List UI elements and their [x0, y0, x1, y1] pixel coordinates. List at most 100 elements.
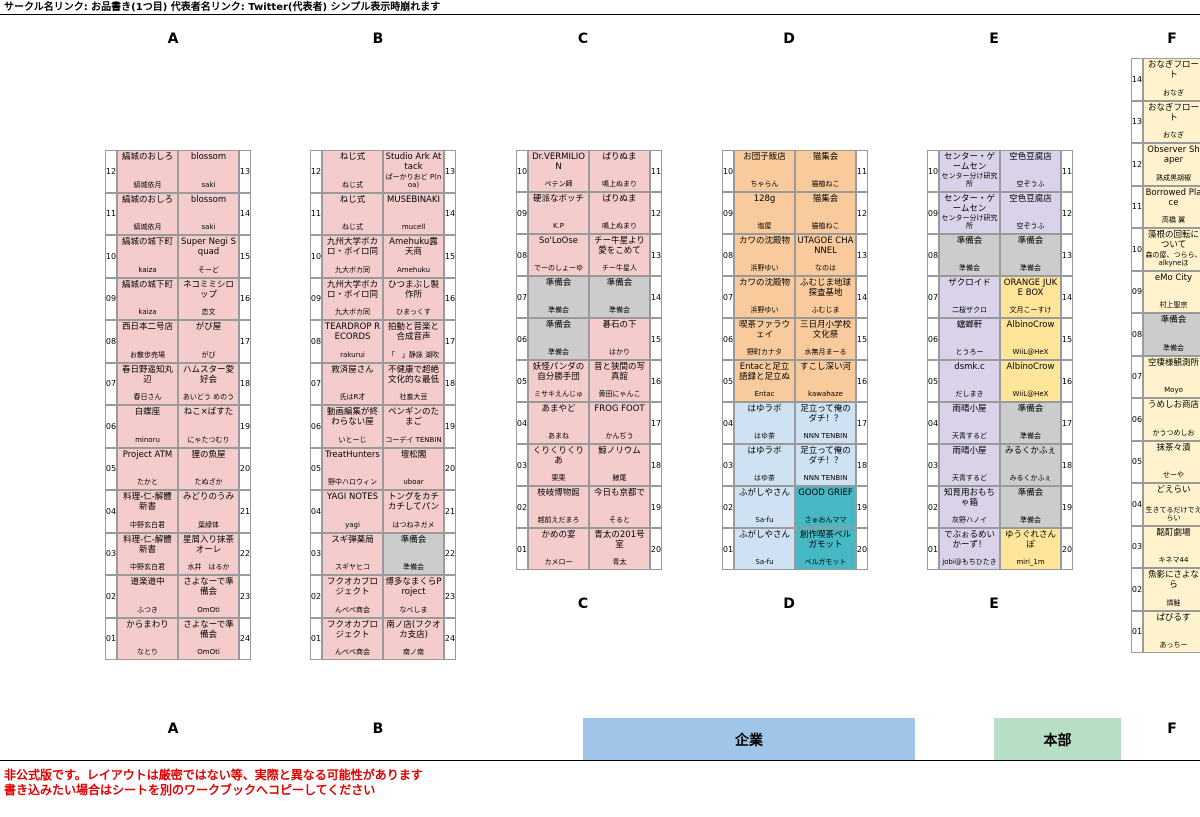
representative-link[interactable]: 鳴上ぬまり	[591, 222, 648, 230]
representative-link[interactable]: 縞城依月	[119, 223, 176, 231]
circle-name-link[interactable]: フクオカプロジェクト	[324, 577, 381, 597]
circle-name-link[interactable]: 枝岐博物館	[530, 488, 587, 498]
circle-slot[interactable]: はゆラボ はゆ茶	[734, 444, 795, 486]
circle-slot[interactable]: 春日野遥知丸辺 春日さん	[117, 362, 178, 405]
circle-slot[interactable]: 南ノ店(フクオカ支店) 南ノ南	[383, 617, 444, 660]
circle-slot[interactable]: かめの宴 カメロー	[528, 528, 589, 570]
circle-slot[interactable]: Project ATM たかと	[117, 447, 178, 490]
circle-slot[interactable]: がび屋 がび	[178, 320, 239, 363]
representative-link[interactable]: 熟成黒胡椒	[1145, 174, 1200, 182]
circle-name-link[interactable]: Observer Shaper	[1145, 145, 1200, 165]
representative-link[interactable]: センター分け研究所	[941, 172, 998, 188]
circle-name-link[interactable]: 縞城のおしろ	[119, 195, 176, 205]
circle-name-link[interactable]: ぱびるす	[1145, 613, 1200, 623]
circle-name-link[interactable]: お団子飯店	[736, 152, 793, 162]
representative-link[interactable]: ねじ式	[324, 181, 381, 189]
circle-slot[interactable]: 壇松閣 uboar	[383, 447, 444, 490]
circle-slot[interactable]: ゆうぐれさんぽ miri_1m	[1000, 528, 1061, 570]
circle-slot[interactable]: 知育用おもちゃ箱灰野ハノイ	[939, 486, 1000, 528]
representative-link[interactable]: 準備会	[1145, 344, 1200, 352]
circle-name-link[interactable]: くりくりくりあ	[530, 446, 587, 466]
circle-name-link[interactable]: 星屑入り抹茶オーレ	[180, 535, 237, 555]
circle-slot[interactable]: カワの沈殿物 浜野ゆい	[734, 276, 795, 318]
circle-name-link[interactable]: さよなーで準備会	[180, 577, 237, 597]
circle-slot[interactable]: GOOD GRIEF さゅおんママ	[795, 486, 856, 528]
circle-name-link[interactable]: 壇松閣	[385, 450, 442, 460]
circle-name-link[interactable]: ORANGE JUKE BOX	[1002, 278, 1059, 298]
representative-link[interactable]: チー牛星人	[591, 264, 648, 272]
circle-name-link[interactable]: 動画編集が終わらない屋	[324, 407, 381, 427]
circle-slot[interactable]: 雨晴小屋 天青するど	[939, 444, 1000, 486]
circle-slot[interactable]: おなぎフロート おなぎ	[1143, 58, 1200, 101]
representative-link[interactable]: なのは	[797, 264, 854, 272]
representative-link[interactable]: 文月こーすけ	[1002, 306, 1059, 314]
circle-slot[interactable]: おなぎフロート おなぎ	[1143, 100, 1200, 143]
circle-slot[interactable]: ぱびるす あっちー	[1143, 610, 1200, 653]
circle-slot[interactable]: FROG FOOT かんぢう	[589, 402, 650, 444]
circle-name-link[interactable]: みどりのうみ	[180, 492, 237, 502]
circle-name-link[interactable]: 音と狭間の写真館	[591, 362, 648, 382]
circle-name-link[interactable]: Super Negi Squad	[180, 237, 237, 257]
circle-slot[interactable]: ふがしやさん Sa-fu	[734, 486, 795, 528]
circle-slot[interactable]: みどりのうみ 葉緑体	[178, 490, 239, 533]
representative-link[interactable]: WiiL@HeX	[1002, 390, 1059, 398]
circle-name-link[interactable]: からまわり	[119, 620, 176, 630]
circle-slot[interactable]: YAGI NOTES yagi	[322, 490, 383, 533]
representative-link[interactable]: はつねネガメ	[385, 521, 442, 529]
circle-slot[interactable]: 足立って俺のダチ！？ NNN TENBIN	[795, 402, 856, 444]
circle-name-link[interactable]: はゆラボ	[736, 446, 793, 456]
representative-link[interactable]: OmOti	[180, 648, 237, 656]
representative-link[interactable]: 準備会	[530, 348, 587, 356]
representative-link[interactable]: 準備会	[591, 306, 648, 314]
circle-name-link[interactable]: AlbinoCrow	[1002, 362, 1059, 372]
circle-name-link[interactable]: 知育用おもちゃ箱	[941, 488, 998, 508]
representative-link[interactable]: 水無月まーる	[797, 348, 854, 356]
circle-name-link[interactable]: So'LoOse	[530, 236, 587, 246]
representative-link[interactable]: だしまき	[941, 390, 998, 398]
circle-name-link[interactable]: スギ弾薬局	[324, 535, 381, 545]
representative-link[interactable]: kaiza	[119, 266, 176, 274]
representative-link[interactable]: NNN TENBIN	[797, 474, 854, 482]
representative-link[interactable]: 九大ボカ同	[324, 266, 381, 274]
representative-link[interactable]: みるくかふぇ	[1002, 474, 1059, 482]
circle-name-link[interactable]: AlbinoCrow	[1002, 320, 1059, 330]
circle-name-link[interactable]: 九州大学ボカロ・ボイロ同	[324, 237, 381, 257]
circle-slot[interactable]: 博多なまくらProject なべしま	[383, 575, 444, 618]
circle-name-link[interactable]: 三日月小学校文化祭	[797, 320, 854, 340]
circle-name-link[interactable]: MUSEBINAKI	[385, 195, 442, 205]
circle-slot[interactable]: 星屑入り抹茶オーレ 水井 はるか	[178, 532, 239, 575]
circle-name-link[interactable]: 妖怪パンダの自分勝手団	[530, 362, 587, 382]
representative-link[interactable]: 準備会	[385, 563, 442, 571]
representative-link[interactable]: にゃたつむり	[180, 436, 237, 444]
circle-name-link[interactable]: eMo City	[1145, 273, 1200, 283]
circle-name-link[interactable]: ふがしやさん	[736, 530, 793, 540]
representative-link[interactable]: 野中ハロウィン	[324, 478, 381, 486]
circle-slot[interactable]: 硬派なボッチ K.P	[528, 192, 589, 234]
representative-link[interactable]: Sa-fu	[736, 558, 793, 566]
representative-link[interactable]: 南ノ南	[385, 648, 442, 656]
representative-link[interactable]: yagi	[324, 521, 381, 529]
circle-name-link[interactable]: ねじ式	[324, 152, 381, 162]
circle-slot[interactable]: 碁石の下 はかり	[589, 318, 650, 360]
circle-name-link[interactable]: 酩酊劇場	[1145, 528, 1200, 538]
circle-slot[interactable]: Dr.VERMILION ペテン師	[528, 150, 589, 192]
representative-link[interactable]: お散歩売場	[119, 351, 176, 359]
circle-slot[interactable]: AlbinoCrow WiiL@HeX	[1000, 318, 1061, 360]
circle-slot[interactable]: スギ弾薬局 スギヤヒコ	[322, 532, 383, 575]
circle-slot[interactable]: 空色豆腐店 空ぞうふ	[1000, 192, 1061, 234]
circle-slot[interactable]: 動画編集が終わらない屋 いとーじ	[322, 405, 383, 448]
circle-name-link[interactable]: 南ノ店(フクオカ支店)	[385, 620, 442, 640]
circle-slot[interactable]: 不健康で超絶文化的な最低 社畜大豆	[383, 362, 444, 405]
representative-link[interactable]: ベルガモット	[797, 558, 854, 566]
representative-link[interactable]: 森の屋、つらら、alkyneほ	[1145, 251, 1200, 267]
representative-link[interactable]: 越前えだまろ	[530, 516, 587, 524]
representative-link[interactable]: 野町カナタ	[736, 348, 793, 356]
circle-name-link[interactable]: ふむじま地球探査基地	[797, 278, 854, 298]
circle-slot[interactable]: でぶぉるめいかーず！ jobi@もちひたき	[939, 528, 1000, 570]
representative-link[interactable]: 灰野ハノイ	[941, 516, 998, 524]
representative-link[interactable]: ふむじま	[797, 306, 854, 314]
circle-name-link[interactable]: 準備会	[1002, 236, 1059, 246]
representative-link[interactable]: かんぢう	[591, 432, 648, 440]
circle-name-link[interactable]: Project ATM	[119, 450, 176, 460]
circle-name-link[interactable]: 空棲様観測所	[1145, 358, 1200, 368]
